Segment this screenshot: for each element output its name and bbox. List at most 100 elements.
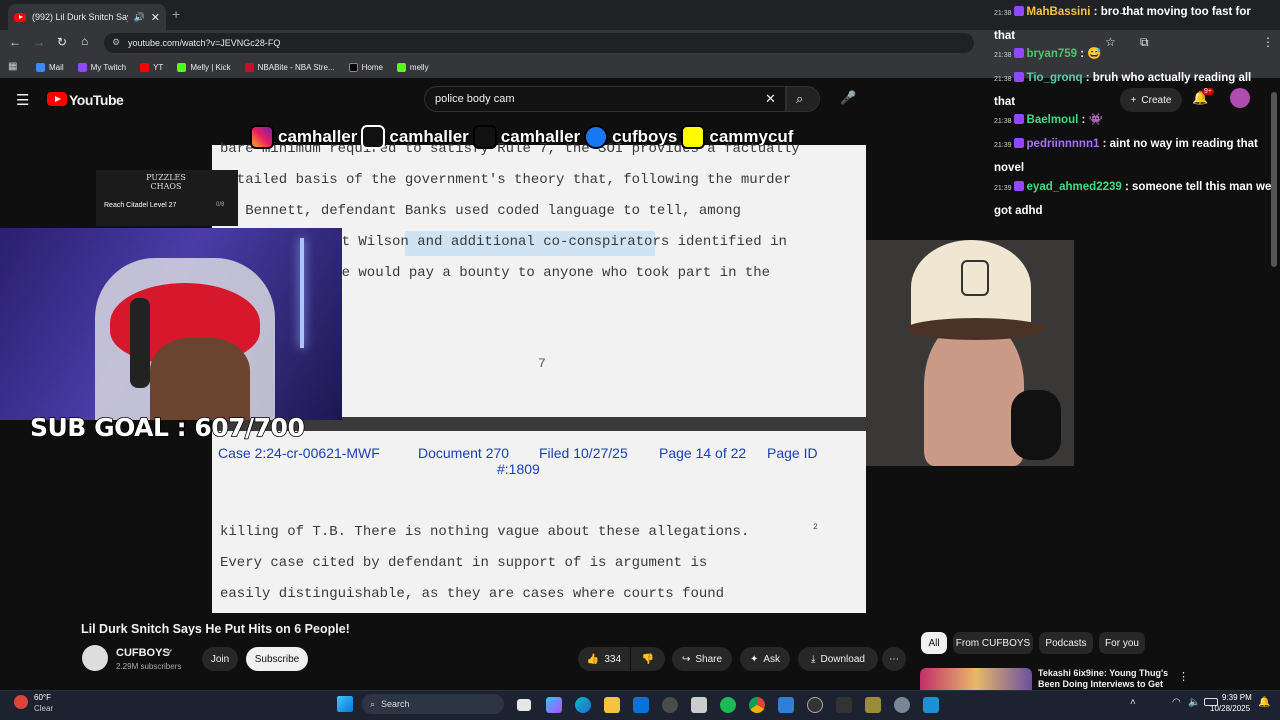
file-explorer-icon[interactable] — [604, 697, 620, 713]
bookmark-nbabite[interactable]: NBABite - NBA Stre... — [244, 62, 335, 72]
like-count: 334 — [604, 653, 622, 665]
search-button[interactable]: ⌕ — [786, 86, 820, 112]
emote-icon: 👾 — [1088, 114, 1103, 126]
share-label: Share — [695, 653, 723, 665]
microphone — [1011, 390, 1061, 460]
youtube-logo-text: YouTube — [69, 92, 124, 108]
page-id-number: #:1809 — [497, 461, 540, 477]
share-button[interactable]: ↪ Share — [672, 647, 732, 671]
windows-start-icon[interactable] — [337, 696, 353, 712]
site-info-icon[interactable]: ⚙ — [112, 37, 120, 48]
doc-line: at he would pay a bounty to anyone who t… — [308, 265, 771, 281]
chat-time: 21:38 — [994, 118, 1012, 125]
search-input[interactable]: police body cam ✕ — [424, 86, 786, 112]
edge-icon[interactable] — [575, 697, 591, 713]
page-id: Page ID — [767, 445, 818, 461]
snapchat-icon — [681, 125, 706, 149]
bookmark-twitch[interactable]: My Twitch — [77, 62, 126, 72]
copilot-icon[interactable] — [546, 697, 562, 713]
chip-from-cufboys[interactable]: From CUFBOYS — [953, 632, 1033, 654]
xbox-icon[interactable] — [662, 697, 678, 713]
sub-badge-icon — [1013, 114, 1024, 124]
bookmark-yt[interactable]: YT — [140, 62, 163, 72]
chip-label: Podcasts — [1045, 637, 1087, 649]
chat-user: eyad_ahmed2239 — [1026, 181, 1122, 193]
chat-time: 21:38 — [994, 76, 1012, 83]
subscribe-button[interactable]: Subscribe — [246, 647, 308, 671]
app-icon[interactable] — [923, 697, 939, 713]
address-bar[interactable]: ⚙ youtube.com/watch?v=JEVNGc28-FQ — [104, 33, 974, 53]
photos-icon[interactable] — [778, 697, 794, 713]
clear-search-icon[interactable]: ✕ — [765, 91, 776, 107]
back-icon[interactable]: ← — [9, 35, 21, 49]
ask-button[interactable]: ✦ Ask — [740, 647, 790, 671]
recommended-thumbnail[interactable] — [920, 668, 1032, 690]
chat-user: Baelmoul — [1026, 114, 1079, 126]
browser-tab[interactable]: (992) Lil Durk Snitch Says H 🔊 ✕ — [8, 4, 166, 30]
dislike-button[interactable]: 👎 — [631, 647, 665, 671]
clock-date[interactable]: 10/28/2025 — [1210, 704, 1250, 713]
game-widget: PUZZLES CHAOS Reach Citadel Level 27 0/8 — [96, 170, 238, 226]
clock-time[interactable]: 9:39 PM — [1222, 693, 1252, 702]
more-actions-button[interactable]: ⋯ — [882, 647, 906, 671]
page-scrollbar[interactable] — [1271, 92, 1277, 267]
volume-icon[interactable]: 🔈 — [1188, 697, 1200, 708]
video-title: Lil Durk Snitch Says He Put Hits on 6 Pe… — [81, 622, 350, 636]
voice-search-icon[interactable]: 🎤 — [840, 90, 856, 106]
bookmark-mail[interactable]: Mail — [36, 62, 64, 72]
thumbs-up-icon: 👍 — [586, 653, 600, 665]
apps-grid-icon[interactable]: ▦ — [8, 61, 17, 72]
social-handle: cufboys — [611, 126, 678, 147]
store-icon[interactable] — [633, 697, 649, 713]
ask-label: Ask — [763, 653, 781, 665]
tab-close-icon[interactable]: ✕ — [151, 11, 160, 24]
chip-podcasts[interactable]: Podcasts — [1039, 632, 1093, 654]
youtube-logo-icon[interactable] — [47, 92, 67, 106]
join-button[interactable]: Join — [202, 647, 238, 671]
media-icon[interactable] — [807, 697, 823, 713]
chip-for-you[interactable]: For you — [1099, 632, 1145, 654]
hamburger-menu-icon[interactable]: ☰ — [16, 91, 29, 109]
chat-message: 21:39 eyad_ahmed2239 : someone tell this … — [994, 181, 1272, 217]
task-view-icon[interactable] — [517, 699, 531, 711]
instagram-icon — [250, 125, 274, 149]
chip-label: All — [928, 637, 940, 649]
taskbar-search[interactable]: ⌕ Search — [362, 694, 504, 714]
chrome-icon[interactable] — [749, 697, 765, 713]
channel-name[interactable]: CUFBOYS — [116, 647, 170, 659]
weather-desc: Clear — [34, 704, 54, 713]
app-icon[interactable] — [691, 697, 707, 713]
forward-icon[interactable]: → — [33, 35, 45, 49]
emote-icon: 😅 — [1087, 48, 1102, 60]
reload-icon[interactable]: ↻ — [57, 35, 67, 49]
sub-badge-icon — [1013, 181, 1024, 191]
terminal-icon[interactable] — [836, 697, 852, 713]
app-icon[interactable] — [865, 697, 881, 713]
audio-icon[interactable]: 🔊 — [134, 12, 145, 23]
recommended-title[interactable]: Tekashi 6ix9ine: Young Thug's Been Doing… — [1038, 668, 1173, 690]
rec-more-icon[interactable]: ⋮ — [1178, 670, 1189, 683]
social-handle: cammycuf — [709, 126, 795, 147]
hat-brim — [906, 318, 1046, 340]
facebook-icon — [584, 125, 609, 149]
bookmark-home[interactable]: Home — [348, 62, 383, 72]
channel-avatar[interactable] — [82, 645, 108, 671]
like-button[interactable]: 👍 334 — [578, 647, 630, 671]
chat-message: 21:38 Baelmoul : 👾 — [994, 114, 1103, 126]
wifi-icon[interactable]: ◠ — [1172, 697, 1181, 708]
spotify-icon[interactable] — [720, 697, 736, 713]
notification-icon[interactable]: 🔔 — [1258, 697, 1270, 708]
tray-chevron-icon[interactable]: ˄ — [1130, 697, 1136, 708]
chip-all[interactable]: All — [921, 632, 947, 654]
home-icon[interactable]: ⌂ — [81, 34, 88, 48]
bookmark-melly[interactable]: melly — [396, 62, 429, 72]
bookmark-label: Home — [361, 62, 383, 72]
face — [150, 338, 250, 420]
footnote-marker: 2 — [813, 523, 818, 532]
download-button[interactable]: ⤓ Download — [798, 647, 878, 671]
new-tab-button[interactable]: + — [172, 6, 180, 22]
settings-gear-icon[interactable] — [894, 697, 910, 713]
weather-icon[interactable] — [14, 695, 28, 709]
bookmark-kick[interactable]: Melly | Kick — [177, 62, 231, 72]
bookmark-label: NBABite - NBA Stre... — [257, 62, 335, 72]
